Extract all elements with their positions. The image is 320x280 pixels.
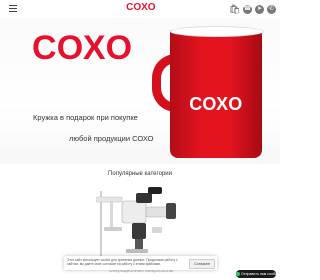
message-widget-button[interactable]: Отправить нам сообщение <box>236 270 286 278</box>
category-card-microscope[interactable] <box>95 183 186 261</box>
cookie-banner: Этот сайт использует cookie для хранения… <box>64 256 217 270</box>
promo-banner[interactable]: СОХО СОХО Кружка в подарок при покупке л… <box>0 18 280 164</box>
cookie-text: Этот сайт использует cookie для хранения… <box>67 258 178 267</box>
section-title: Популярные категории <box>108 171 172 177</box>
banner-text-line2: любой продукции СОХО <box>69 134 154 143</box>
shopping-bag-icon[interactable]: 🛍 <box>229 4 240 15</box>
phone-icon[interactable]: ☎ <box>243 4 252 14</box>
microscope-image <box>95 187 176 261</box>
telegram-icon[interactable]: ➤ <box>255 4 264 14</box>
message-widget-label: Отправить нам сообщение <box>241 272 287 276</box>
online-status-icon <box>236 272 240 277</box>
banner-text-line1: Кружка в подарок при покупке <box>33 113 138 122</box>
menu-icon[interactable] <box>9 5 17 12</box>
site-logo[interactable]: СОХО <box>122 2 160 13</box>
whatsapp-icon[interactable]: ✆ <box>267 4 276 14</box>
banner-brand-title: СОХО <box>32 29 134 67</box>
cookie-accept-button[interactable]: Согласен <box>189 259 215 269</box>
mug-logo-text: СОХО <box>189 94 243 114</box>
header-actions: 🛍 ☎ ➤ ✆ <box>229 3 276 15</box>
mug-rim <box>170 26 264 37</box>
site-header: СОХО 🛍 ☎ ➤ ✆ <box>0 0 280 19</box>
